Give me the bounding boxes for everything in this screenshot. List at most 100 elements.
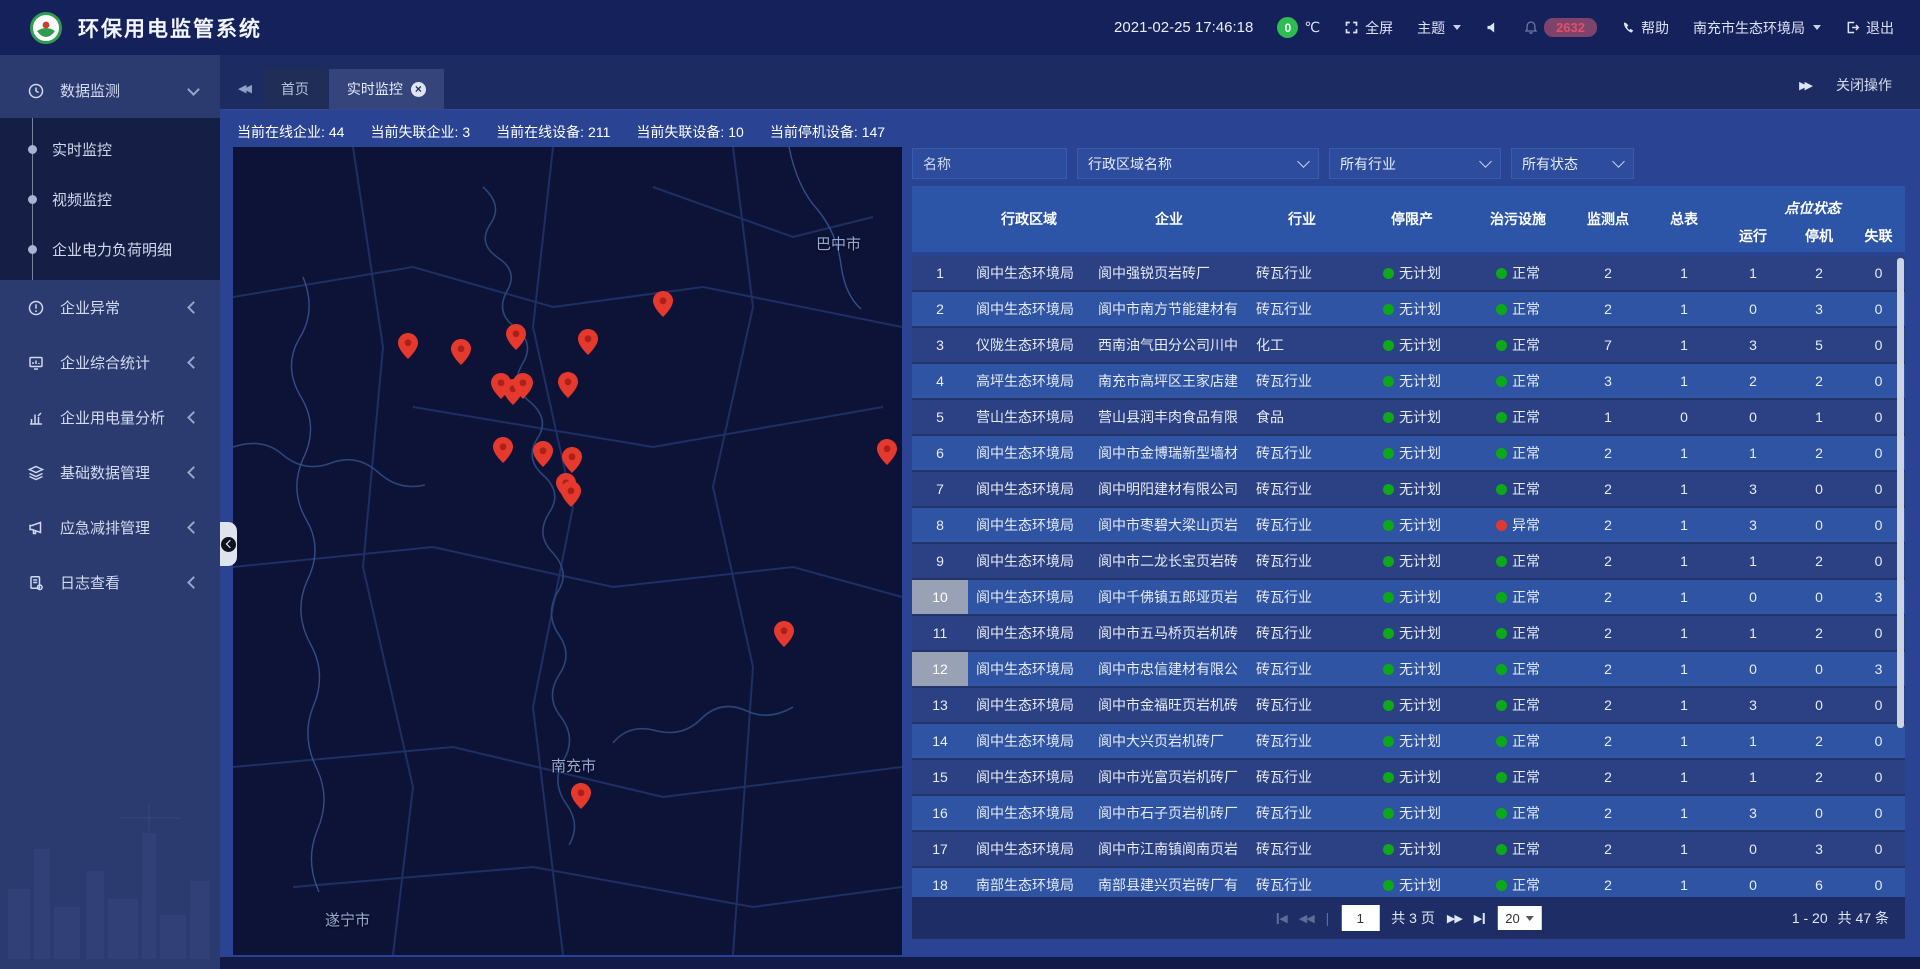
- header-region[interactable]: 行政区域: [968, 186, 1090, 252]
- map-pin-icon[interactable]: [558, 372, 578, 398]
- table-row[interactable]: 9阆中生态环境局阆中市二龙长宝页岩砖砖瓦行业无计划正常21120: [912, 544, 1905, 580]
- cell-monitor-points: 2: [1568, 472, 1648, 506]
- close-operations-button[interactable]: 关闭操作: [1836, 75, 1892, 95]
- sidebar-item-enterprise-abnormal[interactable]: 企业异常: [0, 280, 220, 335]
- sidebar-subitem-realtime-monitoring[interactable]: 实时监控: [0, 124, 220, 174]
- close-tab-icon[interactable]: ×: [411, 82, 426, 97]
- cell-region: 阆中生态环境局: [968, 508, 1090, 542]
- header-enterprise[interactable]: 企业: [1090, 186, 1248, 252]
- header-stop-limit[interactable]: 停限产: [1356, 186, 1468, 252]
- sidebar-item-emergency-reduction-management[interactable]: 应急减排管理: [0, 500, 220, 555]
- header-total-meter[interactable]: 总表: [1648, 186, 1720, 252]
- next-page-button[interactable]: ▶▶: [1447, 912, 1462, 925]
- map-pin-icon[interactable]: [561, 481, 581, 507]
- cell-industry: 砖瓦行业: [1248, 256, 1356, 290]
- table-row[interactable]: 18南部生态环境局南部县建兴页岩砖厂有砖瓦行业无计划正常21060: [912, 868, 1905, 897]
- tabs-scroll-right-icon[interactable]: ▶▶: [1799, 79, 1810, 92]
- cell-stop-limit: 无计划: [1356, 724, 1468, 758]
- status-dot-icon: [1496, 304, 1507, 315]
- table-row[interactable]: 8阆中生态环境局阆中市枣碧大梁山页岩砖瓦行业无计划异常21300: [912, 508, 1905, 544]
- map-pin-icon[interactable]: [398, 333, 418, 359]
- table-row[interactable]: 6阆中生态环境局阆中市金博瑞新型墙材砖瓦行业无计划正常21120: [912, 436, 1905, 472]
- prev-page-button[interactable]: ◀◀: [1299, 912, 1314, 925]
- cell-total-meter: 1: [1648, 436, 1720, 470]
- sidebar-subitem-enterprise-power-load-detail[interactable]: 企业电力负荷明细: [0, 224, 220, 274]
- speaker-button[interactable]: [1485, 20, 1500, 35]
- page-size-select[interactable]: 20: [1497, 906, 1541, 930]
- last-page-button[interactable]: ▶: [1474, 912, 1485, 925]
- sidebar-item-log-view[interactable]: 日志查看: [0, 555, 220, 610]
- tab-realtime-monitoring[interactable]: 实时监控 ×: [329, 69, 444, 109]
- sidebar-item-data-monitoring[interactable]: 数据监测: [0, 63, 220, 118]
- map-pin-icon[interactable]: [571, 783, 591, 809]
- table-row[interactable]: 15阆中生态环境局阆中市光富页岩机砖厂砖瓦行业无计划正常21120: [912, 760, 1905, 796]
- table-row[interactable]: 1阆中生态环境局阆中强锐页岩砖厂砖瓦行业无计划正常21120: [912, 256, 1905, 292]
- cell-treatment: 正常: [1468, 652, 1568, 686]
- table-row[interactable]: 17阆中生态环境局阆中市江南镇阆南页岩砖瓦行业无计划正常21030: [912, 832, 1905, 868]
- cell-row-number: 15: [912, 760, 968, 794]
- sidebar-subitem-video-monitoring[interactable]: 视频监控: [0, 174, 220, 224]
- cell-monitor-points: 2: [1568, 436, 1648, 470]
- cell-enterprise: 阆中市石子页岩机砖厂: [1090, 796, 1248, 830]
- sidebar-item-enterprise-power-analysis[interactable]: 企业用电量分析: [0, 390, 220, 445]
- table-scrollbar-thumb[interactable]: [1897, 258, 1904, 728]
- table-row[interactable]: 10阆中生态环境局阆中千佛镇五郎垭页岩砖瓦行业无计划正常21003: [912, 580, 1905, 616]
- help-button[interactable]: 帮助: [1621, 18, 1669, 38]
- map-panel[interactable]: 巴中市南充市遂宁市: [233, 147, 902, 955]
- map-pin-icon[interactable]: [578, 329, 598, 355]
- cell-industry: 砖瓦行业: [1248, 544, 1356, 578]
- sidebar-item-basic-data-management[interactable]: 基础数据管理: [0, 445, 220, 500]
- table-row[interactable]: 14阆中生态环境局阆中大兴页岩机砖厂砖瓦行业无计划正常21120: [912, 724, 1905, 760]
- header-treatment[interactable]: 治污设施: [1468, 186, 1568, 252]
- sidebar-item-enterprise-comprehensive-stats[interactable]: 企业综合统计: [0, 335, 220, 390]
- cell-stop: 1: [1786, 400, 1852, 434]
- page-number-input[interactable]: [1341, 905, 1379, 931]
- cell-total-meter: 1: [1648, 292, 1720, 326]
- first-page-button[interactable]: ◀: [1275, 912, 1286, 925]
- status-filter-select[interactable]: 所有状态: [1511, 148, 1634, 179]
- table-row[interactable]: 2阆中生态环境局阆中市南方节能建材有砖瓦行业无计划正常21030: [912, 292, 1905, 328]
- region-filter-select[interactable]: 行政区域名称: [1077, 148, 1319, 179]
- header-stop[interactable]: 停机: [1786, 220, 1852, 252]
- tab-home[interactable]: 首页: [263, 69, 327, 109]
- sidebar-item-label: 企业综合统计: [60, 352, 150, 373]
- cell-region: 营山生态环境局: [968, 400, 1090, 434]
- table-row[interactable]: 4高坪生态环境局南充市高坪区王家店建砖瓦行业无计划正常31220: [912, 364, 1905, 400]
- map-pin-icon[interactable]: [877, 439, 897, 465]
- cell-region: 阆中生态环境局: [968, 688, 1090, 722]
- table-row[interactable]: 5营山生态环境局营山县润丰肉食品有限食品无计划正常10010: [912, 400, 1905, 436]
- map-pin-icon[interactable]: [653, 291, 673, 317]
- table-row[interactable]: 13阆中生态环境局阆中市金福旺页岩机砖砖瓦行业无计划正常21300: [912, 688, 1905, 724]
- cell-treatment: 正常: [1468, 472, 1568, 506]
- header-monitor-points[interactable]: 监测点: [1568, 186, 1648, 252]
- table-row[interactable]: 16阆中生态环境局阆中市石子页岩机砖厂砖瓦行业无计划正常21300: [912, 796, 1905, 832]
- tabs-scroll-left-icon[interactable]: ◀◀: [238, 82, 249, 95]
- cell-region: 阆中生态环境局: [968, 256, 1090, 290]
- header-offline[interactable]: 失联: [1852, 220, 1905, 252]
- app-root: 环保用电监管系统 2021-02-25 17:46:18 0 ℃ 全屏 主题: [0, 0, 1920, 969]
- notification-button[interactable]: 2632: [1524, 18, 1597, 37]
- map-pin-icon[interactable]: [506, 324, 526, 350]
- table-row[interactable]: 7阆中生态环境局阆中明阳建材有限公司砖瓦行业无计划正常21300: [912, 472, 1905, 508]
- fullscreen-button[interactable]: 全屏: [1344, 18, 1393, 38]
- cell-treatment: 正常: [1468, 832, 1568, 866]
- table-row[interactable]: 12阆中生态环境局阆中市忠信建材有限公砖瓦行业无计划正常21003: [912, 652, 1905, 688]
- header-industry[interactable]: 行业: [1248, 186, 1356, 252]
- org-dropdown[interactable]: 南充市生态环境局: [1693, 18, 1821, 38]
- cell-run: 1: [1720, 616, 1786, 650]
- name-filter-input[interactable]: [912, 148, 1067, 179]
- logout-button[interactable]: 退出: [1845, 18, 1894, 38]
- header-run[interactable]: 运行: [1720, 220, 1786, 252]
- table-row[interactable]: 3仪陇生态环境局西南油气田分公司川中化工无计划正常71350: [912, 328, 1905, 364]
- map-pin-icon[interactable]: [493, 437, 513, 463]
- status-dot-icon: [1383, 484, 1394, 495]
- industry-filter-select[interactable]: 所有行业: [1329, 148, 1501, 179]
- table-row[interactable]: 11阆中生态环境局阆中市五马桥页岩机砖砖瓦行业无计划正常21120: [912, 616, 1905, 652]
- sidebar-collapse-handle[interactable]: [220, 522, 237, 566]
- theme-dropdown[interactable]: 主题: [1417, 18, 1461, 38]
- map-pin-icon[interactable]: [533, 441, 553, 467]
- map-pin-icon[interactable]: [562, 447, 582, 473]
- map-pin-icon[interactable]: [513, 373, 533, 399]
- map-pin-icon[interactable]: [774, 621, 794, 647]
- map-pin-icon[interactable]: [451, 339, 471, 365]
